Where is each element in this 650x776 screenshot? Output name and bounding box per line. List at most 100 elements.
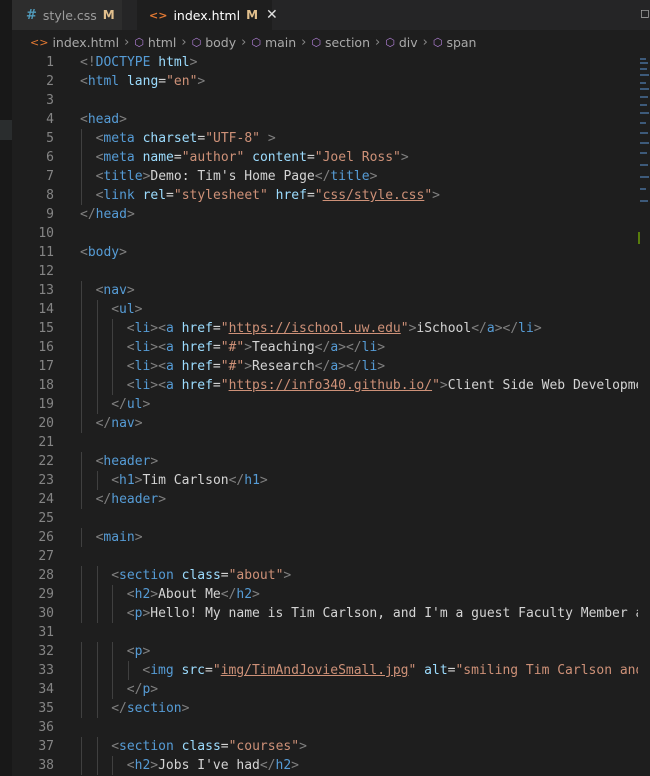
code-line[interactable]: 37 <section class="courses"> <box>12 737 638 756</box>
code-line[interactable]: 23 <h1>Tim Carlson</h1> <box>12 471 638 490</box>
code-line[interactable]: 33 <img src="img/TimAndJovieSmall.jpg" al… <box>12 661 638 680</box>
code-line[interactable]: 22 <header> <box>12 452 638 471</box>
line-code: <ul> <box>111 302 143 317</box>
code-line[interactable]: 3 <box>12 91 638 110</box>
chevron-right-icon: › <box>181 34 187 50</box>
line-number: 10 <box>38 226 54 241</box>
line-number: 5 <box>46 131 54 146</box>
breadcrumb-label: div <box>398 34 418 50</box>
code-line[interactable]: 32 <p> <box>12 642 638 661</box>
line-code: </p> <box>126 682 159 697</box>
minimap-line <box>640 74 649 76</box>
code-line[interactable]: 2 <html lang="en"> <box>12 72 638 91</box>
code-line[interactable]: 9 </head> <box>12 205 638 224</box>
code-line[interactable]: 20 </nav> <box>12 414 638 433</box>
indent-guide <box>112 680 114 699</box>
minimap-line <box>640 188 646 190</box>
line-code: <meta charset="UTF-8" > <box>95 131 276 146</box>
breadcrumb-item[interactable]: ⬡ main <box>251 35 296 50</box>
code-line[interactable]: 11 <body> <box>12 243 638 262</box>
breadcrumb-item[interactable]: ⬡ div <box>385 35 417 50</box>
breadcrumb-item[interactable]: ⬡ section <box>311 35 370 50</box>
line-number: 38 <box>38 758 54 773</box>
breadcrumb-label: section <box>324 34 371 50</box>
indent-guide <box>81 604 82 623</box>
code-line[interactable]: 35 </section> <box>12 699 638 718</box>
indent-guide <box>112 319 114 338</box>
indent-guide <box>81 281 82 300</box>
code-line[interactable]: 10 <box>12 224 638 243</box>
line-code: <h2>About Me</h2> <box>126 587 260 602</box>
code-line[interactable]: 34 </p> <box>12 680 638 699</box>
line-code: <title>Demo: Tim's Home Page</title> <box>95 169 378 184</box>
code-line[interactable]: 18 <li><a href="https://info340.github.io… <box>12 376 638 395</box>
minimap-line <box>640 62 648 64</box>
indent-guide <box>96 642 98 661</box>
code-line[interactable]: 17 <li><a href="#">Research</a></li> <box>12 357 638 376</box>
element-icon: ⬡ <box>251 35 261 49</box>
line-code: <html lang="en"> <box>80 74 206 89</box>
code-line[interactable]: 19 </ul> <box>12 395 638 414</box>
code-line[interactable]: 30 <p>Hello! My name is Tim Carlson, and … <box>12 604 638 623</box>
breadcrumb-item[interactable]: ⬡ body <box>192 35 237 50</box>
line-code: <head> <box>80 112 127 127</box>
code-line[interactable]: 5 <meta charset="UTF-8" > <box>12 129 638 148</box>
code-line[interactable]: 6 <meta name="author" content="Joel Ross"… <box>12 148 638 167</box>
code-line[interactable]: 38 <h2>Jobs I've had</h2> <box>12 756 638 775</box>
line-number: 32 <box>38 644 54 659</box>
code-line[interactable]: 15 <li><a href="https://ischool.uw.edu">i… <box>12 319 638 338</box>
breadcrumb-item[interactable]: ⬡ html <box>134 35 176 50</box>
indent-guide <box>81 376 82 395</box>
indent-guide <box>81 528 82 547</box>
indent-guide <box>81 186 82 205</box>
minimap-scrollbar[interactable] <box>638 52 650 776</box>
indent-guide <box>81 642 82 661</box>
code-line[interactable]: 24 </header> <box>12 490 638 509</box>
tab-style-css[interactable]: # style.css M <box>12 0 122 30</box>
line-number: 3 <box>46 93 54 108</box>
tab-index-html[interactable]: <> index.html M ✕ <box>137 0 278 30</box>
minimap-line <box>640 58 646 60</box>
code-line[interactable]: 12 <box>12 262 638 281</box>
minimap-line <box>640 104 647 106</box>
code-line[interactable]: 31 <box>12 623 638 642</box>
indent-guide <box>81 357 82 376</box>
line-code: <!DOCTYPE html> <box>80 55 198 70</box>
line-code: <h2>Jobs I've had</h2> <box>126 758 299 773</box>
minimap-line <box>640 152 647 154</box>
code-line[interactable]: 26 <main> <box>12 528 638 547</box>
code-line[interactable]: 13 <nav> <box>12 281 638 300</box>
line-number: 24 <box>38 492 54 507</box>
code-line[interactable]: 28 <section class="about"> <box>12 566 638 585</box>
code-line[interactable]: 36 <box>12 718 638 737</box>
code-line[interactable]: 29 <h2>About Me</h2> <box>12 585 638 604</box>
indent-guide <box>81 148 82 167</box>
line-number: 26 <box>38 530 54 545</box>
line-number: 16 <box>38 340 54 355</box>
indent-guide <box>112 756 114 775</box>
code-line[interactable]: 14 <ul> <box>12 300 638 319</box>
indent-guide <box>112 642 114 661</box>
code-line[interactable]: 4 <head> <box>12 110 638 129</box>
line-code: <p>Hello! My name is Tim Carlson, and I'… <box>126 606 638 621</box>
indent-guide <box>81 167 82 186</box>
code-line[interactable]: 8 <link rel="stylesheet" href="css/style.… <box>12 186 638 205</box>
code-line[interactable]: 1 <!DOCTYPE html> <box>12 53 638 72</box>
breadcrumb-item[interactable]: <> index.html <box>30 35 119 50</box>
indent-guide <box>81 680 82 699</box>
indent-guide <box>81 452 82 471</box>
code-line[interactable]: 16 <li><a href="#">Teaching</a></li> <box>12 338 638 357</box>
split-editor-icon[interactable]: ◻ <box>640 6 650 20</box>
code-line[interactable]: 7 <title>Demo: Tim's Home Page</title> <box>12 167 638 186</box>
code-line[interactable]: 27 <box>12 547 638 566</box>
code-line[interactable]: 25 <box>12 509 638 528</box>
indent-guide <box>96 680 98 699</box>
code-editor[interactable]: 1 <!DOCTYPE html> 2 <html lang="en"> 3 4 <head… <box>12 52 638 776</box>
breadcrumb-label: body <box>205 34 237 50</box>
minimap-line <box>640 88 649 90</box>
line-code: </ul> <box>111 397 151 412</box>
indent-guide <box>112 585 114 604</box>
breadcrumb-item[interactable]: ⬡ span <box>433 35 477 50</box>
code-line[interactable]: 21 <box>12 433 638 452</box>
close-icon[interactable]: ✕ <box>266 7 278 23</box>
